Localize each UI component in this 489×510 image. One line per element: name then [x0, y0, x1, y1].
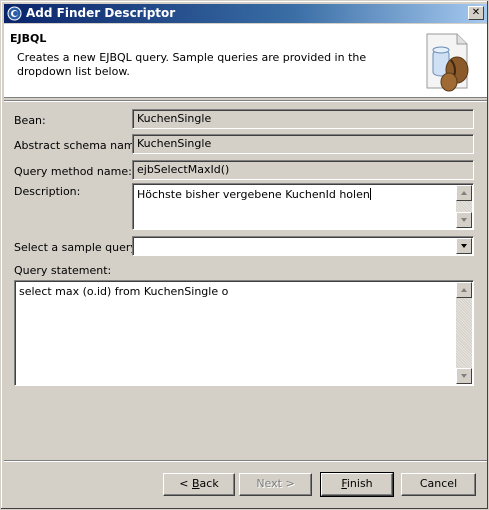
scroll-down-button[interactable] — [456, 368, 472, 384]
dialog-window: Add Finder Descriptor ✕ EJBQL Creates a … — [0, 0, 489, 510]
back-prefix: < — [179, 477, 192, 490]
query-statement-scrollbar[interactable] — [456, 282, 472, 384]
window-title: Add Finder Descriptor — [26, 6, 176, 20]
arrow-up-icon — [461, 288, 467, 292]
query-statement-textarea[interactable]: select max (o.id) from KuchenSingle o — [14, 280, 474, 386]
banner-description: Creates a new EJBQL query. Sample querie… — [17, 51, 367, 78]
ejb-bean-icon — [426, 33, 469, 92]
scroll-up-button[interactable] — [456, 185, 472, 201]
schema-label: Abstract schema name: — [14, 139, 146, 152]
query-statement-text: select max (o.id) from KuchenSingle o — [19, 285, 229, 298]
method-label: Query method name: — [14, 165, 132, 178]
chevron-down-icon — [461, 244, 467, 248]
schema-field: KuchenSingle — [132, 134, 474, 154]
next-button[interactable]: Next > — [239, 473, 312, 496]
text-caret — [369, 188, 371, 200]
description-scrollbar[interactable] — [456, 185, 472, 228]
scroll-up-button[interactable] — [456, 282, 472, 298]
arrow-down-icon — [461, 374, 467, 378]
back-mnemonic: B — [192, 477, 200, 490]
title-bar[interactable]: Add Finder Descriptor ✕ — [4, 4, 487, 23]
dropdown-button[interactable] — [456, 238, 472, 254]
close-button[interactable]: ✕ — [468, 6, 484, 20]
sample-query-label: Select a sample query: — [14, 241, 140, 254]
cancel-button[interactable]: Cancel — [401, 473, 476, 496]
description-text: Höchste bisher vergebene KuchenId holen — [137, 188, 370, 201]
bean-label: Bean: — [14, 114, 46, 127]
description-textarea[interactable]: Höchste bisher vergebene KuchenId holen — [132, 183, 474, 230]
description-label: Description: — [14, 185, 81, 198]
sample-query-dropdown[interactable] — [132, 236, 474, 256]
button-separator — [4, 460, 487, 462]
arrow-up-icon — [461, 191, 467, 195]
method-field: ejbSelectMaxId() — [132, 160, 474, 180]
banner-heading: EJBQL — [10, 32, 47, 45]
back-rest: ack — [199, 477, 219, 490]
finish-rest: inish — [346, 477, 373, 490]
eclipse-icon — [7, 6, 22, 21]
banner-separator — [4, 100, 487, 102]
bean-field: KuchenSingle — [132, 109, 474, 129]
arrow-down-icon — [461, 218, 467, 222]
query-statement-label: Query statement: — [14, 264, 112, 277]
back-button[interactable]: < Back — [163, 473, 235, 496]
finish-button[interactable]: Finish — [320, 472, 394, 497]
wizard-banner: EJBQL Creates a new EJBQL query. Sample … — [4, 24, 487, 98]
scroll-down-button[interactable] — [456, 212, 472, 228]
